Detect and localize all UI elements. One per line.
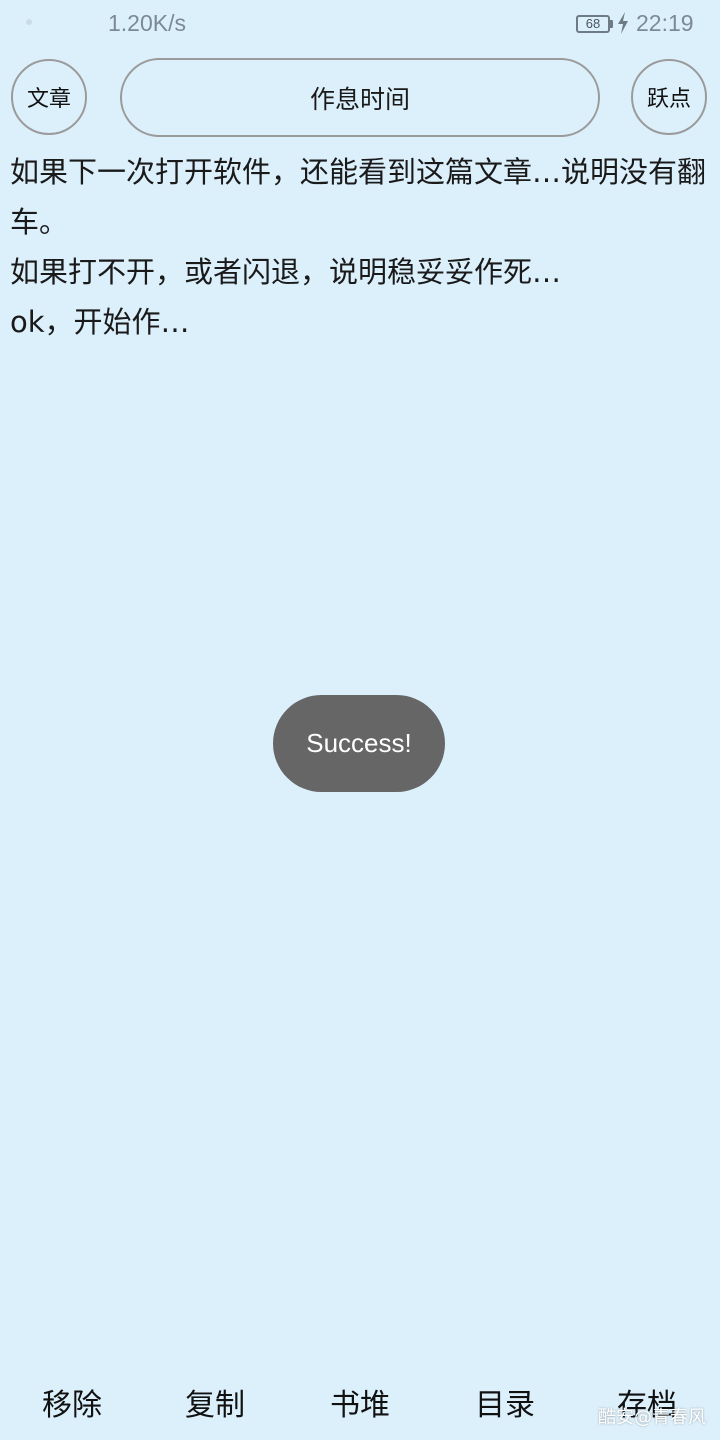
article-button[interactable]: 文章: [11, 59, 87, 135]
contents-button[interactable]: 目录: [445, 1370, 565, 1434]
article-line: 如果下一次打开软件，还能看到这篇文章…说明没有翻车。: [10, 155, 707, 239]
clock: 22:19: [636, 10, 694, 36]
network-speed: 1.20K/s: [108, 10, 186, 36]
watermark: 酷安@青春风: [598, 1407, 706, 1428]
article-editor[interactable]: 如果下一次打开软件，还能看到这篇文章…说明没有翻车。 如果打不开，或者闪退，说明…: [10, 147, 710, 347]
remove-button[interactable]: 移除: [12, 1370, 132, 1434]
charging-bolt-icon: [618, 12, 628, 34]
success-toast: Success!: [273, 695, 445, 792]
article-line: 如果打不开，或者闪退，说明稳妥妥作死…: [10, 255, 562, 289]
notification-dot-icon: [26, 19, 32, 25]
status-bar: 1.20K/s 68 22:19: [0, 0, 720, 50]
battery-level: 68: [585, 16, 601, 31]
bookshelf-button[interactable]: 书堆: [300, 1370, 420, 1434]
battery-icon: 68: [576, 15, 610, 33]
jump-button[interactable]: 跃点: [631, 59, 707, 135]
battery-nub: [610, 20, 613, 28]
article-line: ok，开始作…: [10, 305, 190, 339]
title-input[interactable]: 作息时间: [120, 58, 600, 137]
copy-button[interactable]: 复制: [155, 1370, 275, 1434]
